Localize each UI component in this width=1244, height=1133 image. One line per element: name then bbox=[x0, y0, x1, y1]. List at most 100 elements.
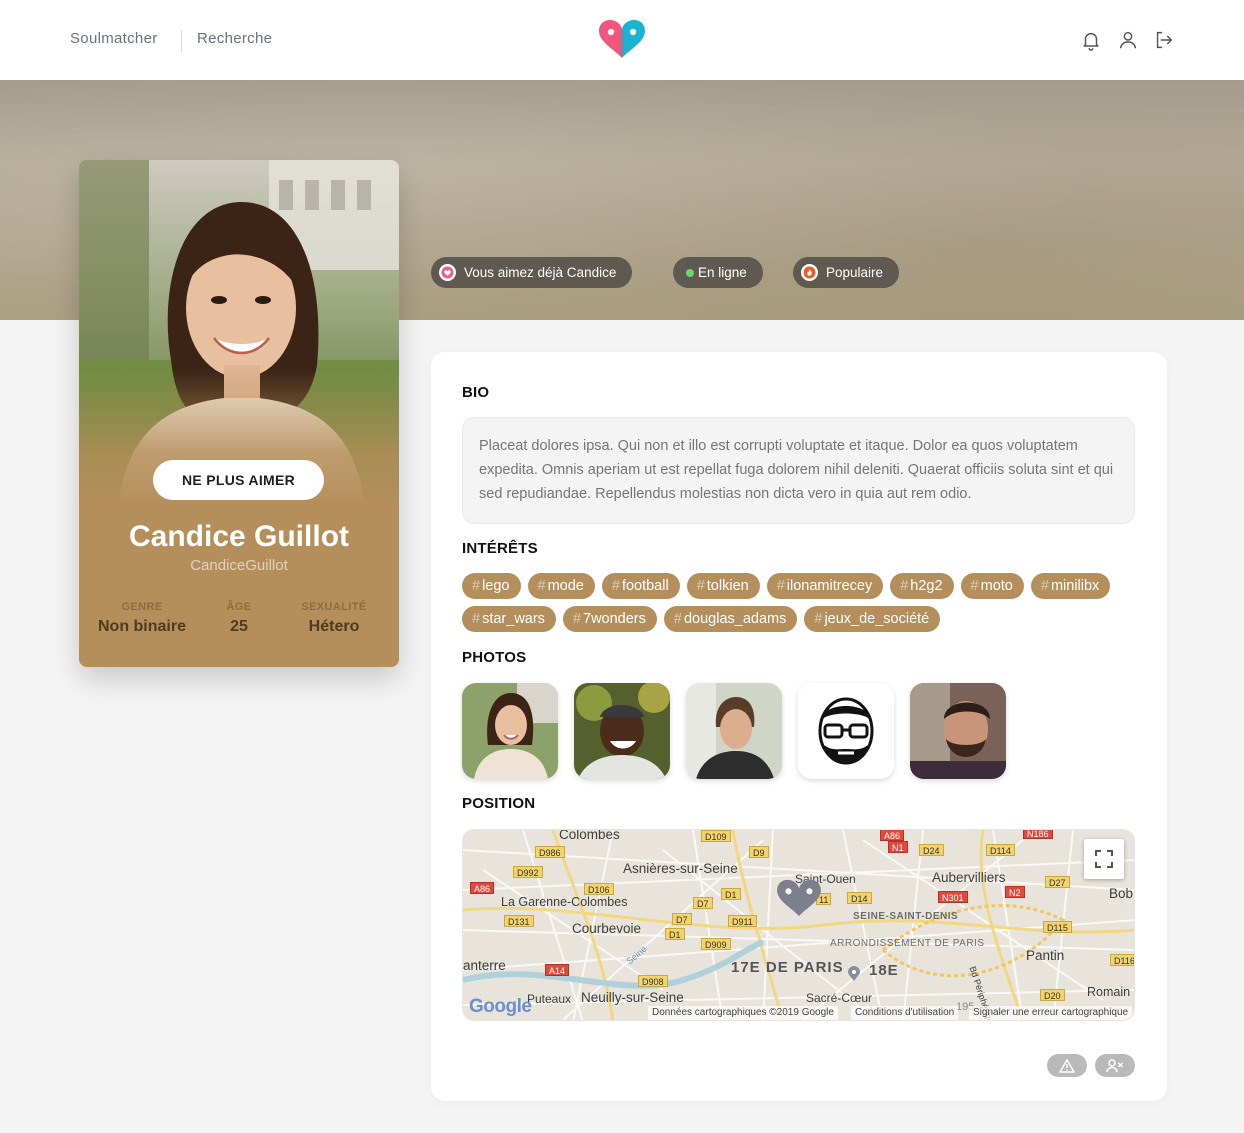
map-label: anterre bbox=[463, 958, 506, 973]
road-marker: D908 bbox=[638, 975, 668, 987]
interest-tag[interactable]: #7wonders bbox=[562, 606, 657, 632]
stat-sexuality: SEXUALITÉ Hétero bbox=[284, 601, 384, 636]
profile-name: Candice Guillot bbox=[128, 520, 350, 553]
map-label: Puteaux bbox=[527, 992, 572, 1006]
road-marker: D911 bbox=[728, 915, 757, 927]
photo-thumbnail[interactable] bbox=[798, 683, 894, 779]
road-marker: A86 bbox=[880, 830, 905, 841]
stat-age-value: 25 bbox=[230, 618, 248, 635]
photos-title: PHOTOS bbox=[462, 649, 527, 666]
hash-icon: # bbox=[472, 611, 481, 627]
hash-icon: # bbox=[776, 578, 785, 594]
hash-icon: # bbox=[1040, 578, 1049, 594]
badge-liked: Vous aimez déjà Candice bbox=[431, 257, 633, 288]
road-marker: D20 bbox=[1040, 989, 1065, 1001]
interest-tag[interactable]: # h2g2 bbox=[890, 573, 954, 599]
google-logo[interactable]: Google bbox=[469, 996, 532, 1018]
hash-icon: # bbox=[900, 578, 909, 594]
interest-tag[interactable]: # mode bbox=[527, 573, 595, 599]
photo-thumbnail[interactable] bbox=[574, 683, 670, 779]
interests-title: INTÉRÊTS bbox=[462, 540, 538, 557]
nav-brand-link[interactable]: Soulmatcher bbox=[70, 30, 158, 47]
logout-icon[interactable] bbox=[1153, 29, 1175, 51]
road-marker: D106 bbox=[584, 883, 614, 895]
road-marker: D7 bbox=[672, 913, 692, 925]
badge-liked-label: Vous aimez déjà Candice bbox=[464, 265, 617, 280]
map-label: Neuilly-sur-Seine bbox=[581, 990, 684, 1005]
interest-tag-label: tolkien bbox=[706, 578, 749, 594]
top-navbar: Soulmatcher Recherche bbox=[0, 0, 1244, 80]
interest-tag[interactable]: # minilibx bbox=[1030, 573, 1111, 599]
road-marker: D986 bbox=[535, 846, 565, 858]
map-label: Bob bbox=[1109, 886, 1134, 901]
road-marker: A86 bbox=[470, 882, 495, 894]
interest-tag[interactable]: # football bbox=[601, 573, 680, 599]
warning-icon bbox=[1059, 1058, 1075, 1073]
position-title: POSITION bbox=[462, 795, 536, 812]
fullscreen-button[interactable] bbox=[1084, 839, 1124, 879]
road-marker: D909 bbox=[701, 938, 731, 950]
interest-tag-label: ilonamitrecey bbox=[786, 578, 873, 594]
interest-tag[interactable]: # moto bbox=[960, 573, 1024, 599]
location-map[interactable]: Colombes Asnières-sur-Seine Saint-Ouen A… bbox=[462, 829, 1135, 1021]
interest-tag[interactable]: # tolkien bbox=[686, 573, 760, 599]
road-marker: N301 bbox=[938, 891, 968, 903]
unlike-button[interactable]: NE PLUS AIMER bbox=[153, 460, 324, 500]
profile-card: NE PLUS AIMER Candice Guillot CandiceGui… bbox=[79, 160, 399, 667]
bio-title: BIO bbox=[462, 384, 490, 401]
user-icon[interactable] bbox=[1117, 29, 1139, 51]
map-label: 17E DE PARIS bbox=[731, 959, 844, 976]
photo-thumbnail[interactable] bbox=[686, 683, 782, 779]
report-button[interactable] bbox=[1047, 1054, 1087, 1077]
road-marker: D14 bbox=[847, 892, 872, 904]
nav-search-link[interactable]: Recherche bbox=[197, 30, 272, 47]
soulmatcher-logo[interactable] bbox=[597, 18, 647, 60]
road-marker: N186 bbox=[1023, 830, 1053, 839]
interest-tag[interactable]: # star_wars bbox=[462, 606, 556, 632]
interest-tag[interactable]: # lego bbox=[462, 573, 521, 599]
map-label: 18E bbox=[869, 962, 899, 979]
road-marker: D9 bbox=[749, 846, 769, 858]
road-marker: D131 bbox=[504, 915, 534, 927]
nav-divider bbox=[181, 30, 182, 52]
profile-details-panel: BIO Placeat dolores ipsa. Qui non et ill… bbox=[431, 352, 1167, 1101]
road-marker: D1 bbox=[721, 888, 741, 900]
photo-thumbnail[interactable] bbox=[910, 683, 1006, 779]
badge-online-label: En ligne bbox=[698, 265, 747, 280]
map-terms-link[interactable]: Conditions d'utilisation bbox=[851, 1006, 959, 1020]
stat-gender-value: Non binaire bbox=[97, 618, 186, 635]
road-marker: A14 bbox=[545, 964, 570, 976]
bio-text: Placeat dolores ipsa. Qui non et illo es… bbox=[462, 417, 1135, 524]
road-marker: D7 bbox=[693, 897, 713, 909]
hash-icon: # bbox=[814, 611, 823, 627]
road-marker: N1 bbox=[888, 841, 908, 853]
interest-tag[interactable]: # jeux_de_société bbox=[804, 606, 941, 632]
bell-icon[interactable] bbox=[1080, 29, 1102, 51]
user-block-icon bbox=[1106, 1058, 1124, 1072]
photo-thumbnail[interactable] bbox=[462, 683, 558, 779]
interest-tag-label: h2g2 bbox=[910, 578, 943, 594]
badge-popular-label: Populaire bbox=[826, 265, 884, 280]
online-dot-icon bbox=[681, 264, 698, 281]
interest-tag-label: lego bbox=[482, 578, 510, 594]
stat-age-label: ÂGE bbox=[226, 601, 252, 613]
interest-tag[interactable]: # douglas_adams bbox=[663, 606, 798, 632]
stat-sexuality-value: Hétero bbox=[308, 618, 360, 635]
location-pin-icon[interactable] bbox=[773, 878, 825, 918]
landmark-pin-icon bbox=[848, 966, 860, 981]
map-label: Pantin bbox=[1026, 948, 1065, 963]
hash-icon: # bbox=[537, 578, 546, 594]
road-marker: D114 bbox=[986, 844, 1015, 856]
map-label: Asnières-sur-Seine bbox=[623, 861, 738, 876]
block-user-button[interactable] bbox=[1095, 1054, 1135, 1077]
road-marker: D1 bbox=[665, 928, 685, 940]
map-label: Colombes bbox=[559, 829, 620, 842]
fullscreen-icon bbox=[1095, 850, 1113, 868]
fire-icon bbox=[801, 264, 818, 281]
map-data-credit: Données cartographiques ©2019 Google bbox=[648, 1006, 838, 1020]
interest-tag[interactable]: # ilonamitrecey bbox=[766, 573, 884, 599]
stat-age: ÂGE 25 bbox=[199, 601, 279, 636]
badge-online: En ligne bbox=[673, 257, 763, 288]
map-label: Sacré-Cœur bbox=[806, 991, 873, 1005]
map-report-link[interactable]: Signaler une erreur cartographique bbox=[969, 1006, 1133, 1020]
